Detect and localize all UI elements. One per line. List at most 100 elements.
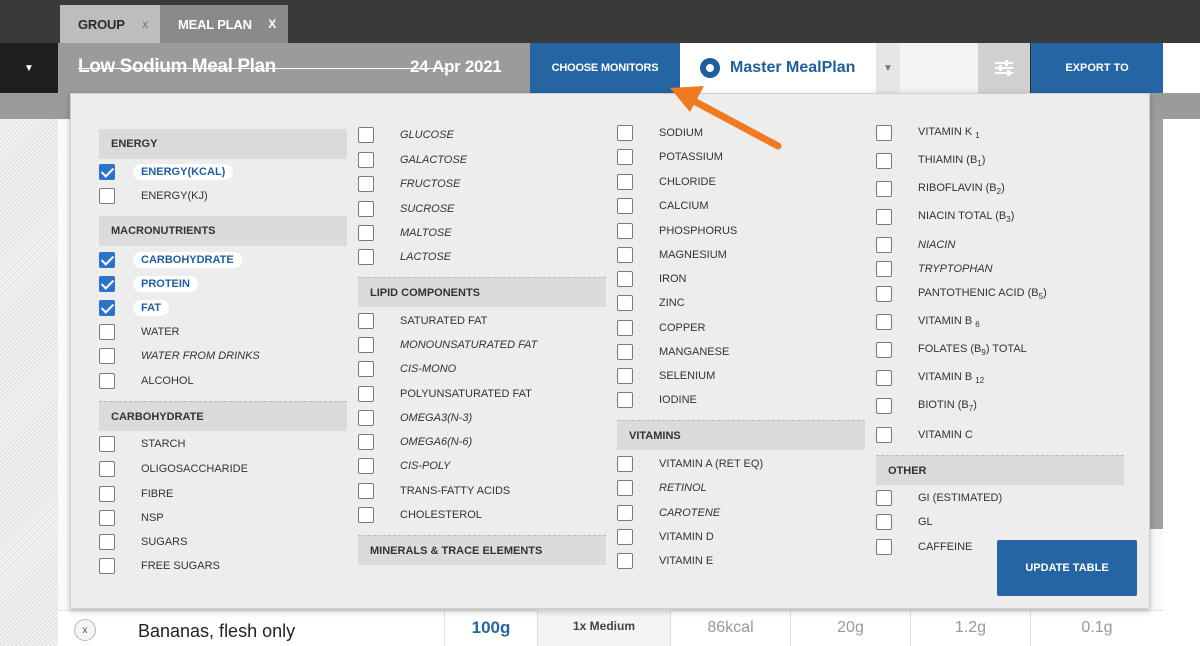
checkbox[interactable] bbox=[876, 342, 892, 358]
checkbox[interactable] bbox=[876, 427, 892, 443]
monitor-option[interactable]: NIACIN bbox=[876, 235, 955, 255]
checkbox[interactable] bbox=[617, 529, 633, 545]
checkbox[interactable] bbox=[876, 209, 892, 225]
checkbox[interactable] bbox=[99, 436, 115, 452]
checkbox[interactable] bbox=[99, 252, 115, 268]
checkbox[interactable] bbox=[876, 514, 892, 530]
monitor-option[interactable]: THIAMIN (B1) bbox=[876, 151, 985, 171]
checkbox[interactable] bbox=[358, 410, 374, 426]
monitor-option[interactable]: GALACTOSE bbox=[358, 150, 467, 170]
monitor-option[interactable]: FRUCTOSE bbox=[358, 174, 460, 194]
checkbox[interactable] bbox=[876, 125, 892, 141]
checkbox[interactable] bbox=[358, 337, 374, 353]
checkbox[interactable] bbox=[99, 164, 115, 180]
checkbox[interactable] bbox=[876, 261, 892, 277]
checkbox[interactable] bbox=[358, 152, 374, 168]
monitor-option[interactable]: ALCOHOL bbox=[99, 371, 194, 391]
checkbox[interactable] bbox=[358, 483, 374, 499]
checkbox[interactable] bbox=[876, 370, 892, 386]
checkbox[interactable] bbox=[358, 225, 374, 241]
checkbox[interactable] bbox=[876, 539, 892, 555]
checkbox[interactable] bbox=[617, 295, 633, 311]
monitor-option[interactable]: GLUCOSE bbox=[358, 125, 454, 145]
checkbox[interactable] bbox=[876, 286, 892, 302]
monitor-option[interactable]: WATER FROM DRINKS bbox=[99, 346, 260, 366]
monitor-option[interactable]: GI (ESTIMATED) bbox=[876, 488, 1002, 508]
checkbox[interactable] bbox=[99, 510, 115, 526]
tab-meal-plan[interactable]: MEAL PLAN X bbox=[160, 5, 288, 43]
checkbox[interactable] bbox=[99, 373, 115, 389]
checkbox[interactable] bbox=[358, 313, 374, 329]
monitor-option[interactable]: SUCROSE bbox=[358, 199, 454, 219]
monitor-option[interactable]: GL bbox=[876, 512, 933, 532]
monitor-option[interactable]: CAROTENE bbox=[617, 503, 720, 523]
checkbox[interactable] bbox=[876, 181, 892, 197]
checkbox[interactable] bbox=[617, 505, 633, 521]
checkbox[interactable] bbox=[358, 458, 374, 474]
monitor-option[interactable]: IODINE bbox=[617, 390, 697, 410]
monitor-option[interactable]: CARBOHYDRATE bbox=[99, 250, 242, 270]
monitor-option[interactable]: BIOTIN (B7) bbox=[876, 396, 977, 416]
checkbox[interactable] bbox=[99, 486, 115, 502]
checkbox[interactable] bbox=[617, 271, 633, 287]
monitor-option[interactable]: WATER bbox=[99, 322, 180, 342]
checkbox[interactable] bbox=[617, 368, 633, 384]
monitor-option[interactable]: CHLORIDE bbox=[617, 172, 716, 192]
monitor-option[interactable]: CIS-POLY bbox=[358, 456, 450, 476]
monitor-option[interactable]: MAGNESIUM bbox=[617, 245, 727, 265]
monitor-option[interactable]: VITAMIN C bbox=[876, 425, 973, 445]
monitor-option[interactable]: POLYUNSATURATED FAT bbox=[358, 384, 532, 404]
monitor-option[interactable]: FREE SUGARS bbox=[99, 556, 220, 576]
checkbox[interactable] bbox=[617, 456, 633, 472]
monitor-option[interactable]: CAFFEINE bbox=[876, 537, 972, 557]
checkbox[interactable] bbox=[358, 201, 374, 217]
meal-plan-title[interactable]: Low Sodium Meal Plan bbox=[78, 56, 276, 78]
tab-group[interactable]: GROUP x bbox=[60, 5, 160, 43]
export-to-button[interactable]: EXPORT TO bbox=[1031, 43, 1163, 93]
checkbox[interactable] bbox=[99, 276, 115, 292]
checkbox[interactable] bbox=[617, 320, 633, 336]
monitor-option[interactable]: MALTOSE bbox=[358, 223, 452, 243]
monitor-option[interactable]: ENERGY(KJ) bbox=[99, 186, 208, 206]
monitor-option[interactable]: CIS-MONO bbox=[358, 359, 456, 379]
checkbox[interactable] bbox=[358, 434, 374, 450]
monitor-option[interactable]: VITAMIN B 12 bbox=[876, 368, 984, 388]
menu-dropdown-icon[interactable]: ▼ bbox=[0, 43, 58, 93]
checkbox[interactable] bbox=[358, 176, 374, 192]
monitor-option[interactable]: PHOSPHORUS bbox=[617, 221, 737, 241]
remove-food-icon[interactable]: x bbox=[74, 619, 96, 641]
monitor-option[interactable]: TRANS-FATTY ACIDS bbox=[358, 481, 510, 501]
monitor-option[interactable]: PANTOTHENIC ACID (B5) bbox=[876, 284, 1047, 304]
tab-group-close-icon[interactable]: x bbox=[142, 17, 148, 31]
monitor-option[interactable]: STARCH bbox=[99, 434, 185, 454]
monitor-option[interactable]: OMEGA6(N-6) bbox=[358, 432, 472, 452]
monitor-option[interactable]: ENERGY(KCAL) bbox=[99, 162, 234, 182]
monitor-option[interactable]: FIBRE bbox=[99, 484, 173, 504]
monitor-option[interactable]: NIACIN TOTAL (B3) bbox=[876, 207, 1014, 227]
monitor-option[interactable]: RIBOFLAVIN (B2) bbox=[876, 179, 1005, 199]
food-amount[interactable]: 100g bbox=[444, 610, 537, 646]
checkbox[interactable] bbox=[358, 361, 374, 377]
monitor-option[interactable]: COPPER bbox=[617, 318, 705, 338]
tab-meal-plan-close-icon[interactable]: X bbox=[268, 17, 276, 31]
checkbox[interactable] bbox=[99, 348, 115, 364]
monitor-option[interactable]: FOLATES (B9) TOTAL bbox=[876, 340, 1027, 360]
checkbox[interactable] bbox=[876, 153, 892, 169]
monitor-option[interactable]: VITAMIN B 6 bbox=[876, 312, 980, 332]
monitor-option[interactable]: SATURATED FAT bbox=[358, 311, 487, 331]
monitor-option[interactable]: FAT bbox=[99, 298, 169, 318]
master-dropdown-icon[interactable]: ▼ bbox=[876, 43, 900, 93]
checkbox[interactable] bbox=[617, 198, 633, 214]
checkbox[interactable] bbox=[617, 247, 633, 263]
monitor-option[interactable]: VITAMIN A (RET EQ) bbox=[617, 454, 763, 474]
monitor-option[interactable]: VITAMIN K 1 bbox=[876, 123, 980, 143]
checkbox[interactable] bbox=[617, 223, 633, 239]
checkbox[interactable] bbox=[876, 398, 892, 414]
checkbox[interactable] bbox=[876, 237, 892, 253]
checkbox[interactable] bbox=[99, 534, 115, 550]
checkbox[interactable] bbox=[99, 324, 115, 340]
checkbox[interactable] bbox=[617, 392, 633, 408]
checkbox[interactable] bbox=[358, 507, 374, 523]
table-settings-button[interactable] bbox=[978, 43, 1030, 93]
checkbox[interactable] bbox=[617, 125, 633, 141]
